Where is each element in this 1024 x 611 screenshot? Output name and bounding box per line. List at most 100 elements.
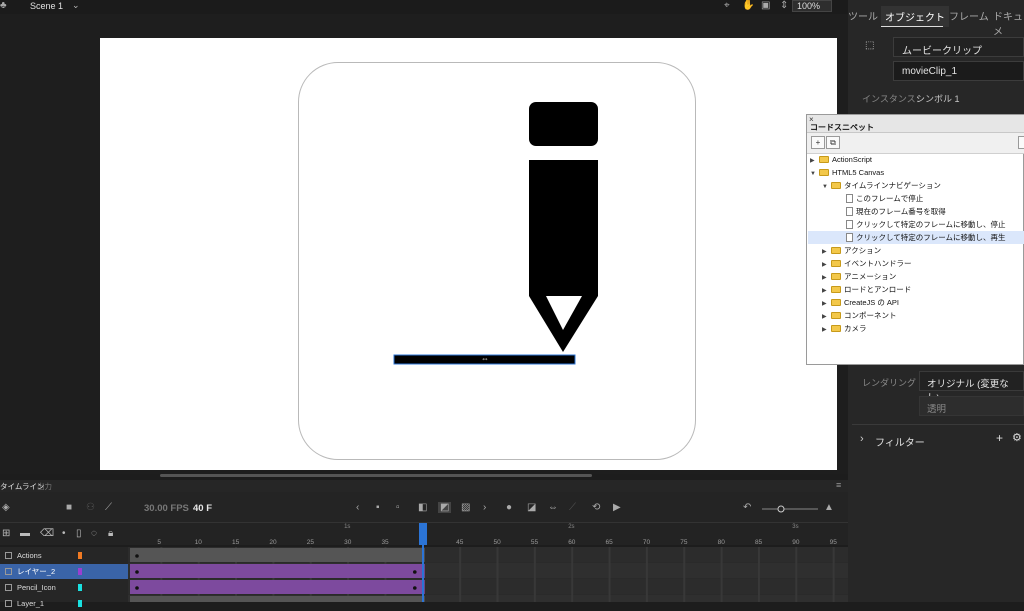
onion-skin-outline-icon[interactable]: ◪	[527, 502, 536, 513]
frame-column-marker[interactable]	[571, 547, 574, 602]
layer-name[interactable]: Layer_1	[17, 599, 44, 608]
camera-icon[interactable]: ■	[66, 502, 72, 513]
pencil-span[interactable]	[130, 580, 425, 594]
folder-icon[interactable]: ▬	[20, 528, 30, 539]
transparency-select[interactable]: 透明	[919, 396, 1024, 416]
frame-icon[interactable]: ◧	[418, 502, 427, 513]
outline-icon[interactable]: ▯	[76, 528, 82, 539]
layer-name[interactable]: Actions	[17, 551, 42, 560]
add-layer-icon[interactable]: ⊞	[2, 528, 10, 539]
snippet-folder[interactable]: ▶ CreateJS の API	[808, 296, 1024, 309]
keyframe-dot[interactable]	[413, 570, 417, 574]
instance-value[interactable]: シンボル 1	[916, 92, 960, 105]
frame-column-marker[interactable]	[533, 547, 536, 602]
chevron-left-icon[interactable]: ‹	[356, 502, 359, 513]
layer-color-swatch[interactable]	[78, 552, 82, 559]
keyframe-dot[interactable]	[135, 554, 139, 558]
transform-handle-icon[interactable]: ⇔	[481, 354, 489, 363]
insert-keyframe-icon[interactable]: ◩	[438, 502, 452, 513]
eye-icon[interactable]: ◌	[91, 528, 97, 539]
gear-icon[interactable]: ⚙	[1012, 431, 1022, 444]
lock-icon[interactable]: 🔒︎	[108, 528, 113, 539]
render-select[interactable]: オリジナル (変更なし)	[919, 371, 1024, 404]
loop-icon[interactable]: ⟲	[592, 502, 600, 513]
playhead[interactable]	[419, 523, 427, 545]
snippet-folder[interactable]: ▶ ロードとアンロード	[808, 283, 1024, 296]
frame-column-marker[interactable]	[645, 547, 648, 602]
keyframe-icon[interactable]: ▪	[376, 502, 380, 513]
edit-multiple-icon[interactable]: ⇔	[548, 502, 558, 513]
layer-row[interactable]: レイヤー_2	[0, 564, 128, 579]
blank-keyframe-icon[interactable]: ▫	[396, 502, 400, 513]
mountain-icon[interactable]: ▲	[824, 502, 834, 513]
keyframe-dot[interactable]	[135, 570, 139, 574]
pencil-icon[interactable]	[0, 0, 848, 480]
snippet-item[interactable]: クリックして特定のフレームに移動し、停止	[808, 218, 1024, 231]
layer-name[interactable]: レイヤー_2	[17, 567, 55, 576]
chevron-right-icon[interactable]: ›	[483, 502, 486, 513]
tab-object[interactable]: オブジェクト	[881, 6, 949, 27]
keyframe-dot[interactable]	[413, 586, 417, 590]
frame-column-marker[interactable]	[683, 547, 686, 602]
fps-display[interactable]: 30.00 FPS	[144, 503, 189, 514]
snippet-item[interactable]: クリックして特定のフレームに移動し、再生	[808, 231, 1024, 244]
tab-tools[interactable]: ツール	[848, 8, 878, 23]
layer-row[interactable]: Layer_1	[0, 596, 128, 611]
keyframe-dot[interactable]	[135, 586, 139, 590]
snippet-folder[interactable]: ▼ タイムラインナビゲーション	[808, 179, 1024, 192]
frame-spans[interactable]	[128, 547, 848, 602]
chevron-right-icon[interactable]: ▶	[822, 324, 831, 337]
layer-row[interactable]: Pencil_Icon	[0, 580, 128, 595]
frame-column-marker[interactable]	[795, 547, 798, 602]
frame-column-marker[interactable]	[608, 547, 611, 602]
dot-icon[interactable]: •	[62, 528, 66, 539]
snippet-folder[interactable]: ▶ イベントハンドラー	[808, 257, 1024, 270]
snippet-item[interactable]: 現在のフレーム番号を取得	[808, 205, 1024, 218]
tab-frame[interactable]: フレーム	[949, 8, 989, 23]
layer-color-swatch[interactable]	[78, 568, 82, 575]
remove-frame-icon[interactable]: ▨	[461, 502, 470, 513]
current-frame[interactable]: 40 F	[193, 503, 212, 514]
play-icon[interactable]: ▶	[613, 502, 621, 513]
graph-icon[interactable]: ⟋	[105, 502, 112, 513]
snippet-folder[interactable]: ▶ アニメーション	[808, 270, 1024, 283]
add-filter-icon[interactable]: +	[996, 431, 1003, 445]
frame-column-marker[interactable]	[832, 547, 835, 602]
disabled-icon[interactable]: ⟋	[569, 502, 576, 513]
parent-icon[interactable]: ⚇	[86, 502, 95, 513]
panel-menu-icon[interactable]: ≡	[836, 480, 841, 490]
add-to-frame-icon[interactable]: +	[811, 136, 825, 149]
layer2-span[interactable]	[130, 564, 425, 578]
filter-label[interactable]: フィルター	[875, 434, 925, 449]
onion-skin-icon[interactable]: ●	[506, 502, 512, 513]
frame-column-marker[interactable]	[496, 547, 499, 602]
symbol-type-select[interactable]: ムービークリップ	[893, 37, 1024, 57]
tab-output[interactable]: 出力	[37, 481, 52, 492]
actions-span[interactable]	[130, 548, 425, 562]
zoom-slider[interactable]	[760, 503, 820, 515]
snippet-folder[interactable]: ▶ ActionScript	[808, 153, 1024, 166]
tab-document[interactable]: ドキュメ	[993, 8, 1024, 38]
undo-icon[interactable]: ↶	[743, 502, 751, 513]
frame-column-marker[interactable]	[757, 547, 760, 602]
instance-name-input[interactable]: movieClip_1	[893, 61, 1024, 81]
layer-color-swatch[interactable]	[78, 584, 82, 591]
layer-color-swatch[interactable]	[78, 600, 82, 607]
copy-icon[interactable]: ⧉	[826, 136, 840, 149]
snippet-label: アクション	[844, 246, 882, 255]
chevron-right-icon[interactable]: ›	[860, 433, 864, 445]
frame-column-marker[interactable]	[720, 547, 723, 602]
snippet-item[interactable]: このフレームで停止	[808, 192, 1024, 205]
snippet-folder[interactable]: ▶ アクション	[808, 244, 1024, 257]
layer-name[interactable]: Pencil_Icon	[17, 583, 56, 592]
horizontal-scrollbar[interactable]	[160, 474, 592, 477]
options-icon[interactable]	[1018, 136, 1024, 149]
snippet-folder[interactable]: ▶ コンポーネント	[808, 309, 1024, 322]
layer1-span[interactable]	[130, 596, 425, 602]
layers-icon[interactable]: ◈	[2, 502, 10, 513]
snippet-folder[interactable]: ▼ HTML5 Canvas	[808, 166, 1024, 179]
snippet-folder[interactable]: ▶ カメラ	[808, 322, 1024, 335]
frame-column-marker[interactable]	[459, 547, 462, 602]
layer-row[interactable]: Actions	[0, 548, 128, 563]
trash-icon[interactable]: ⌫	[40, 528, 54, 539]
